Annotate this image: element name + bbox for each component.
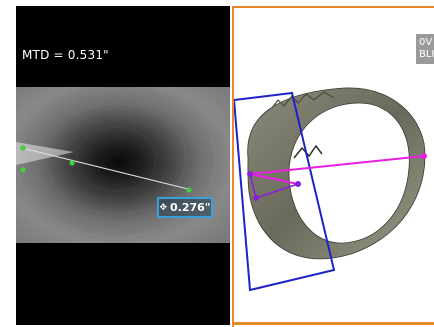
point-cloud-panel[interactable]: 0V BLI — [232, 6, 434, 327]
measurement-result-badge[interactable]: ✥ 0.276" — [157, 197, 213, 218]
pipe-surface — [247, 87, 426, 260]
cursor-dot[interactable] — [186, 187, 192, 193]
depth-point[interactable] — [253, 195, 259, 201]
measurement-value: 0.276" — [170, 201, 211, 214]
panel-border-bottom — [232, 322, 434, 325]
depth-point[interactable] — [295, 181, 301, 187]
view-mode-badge[interactable]: 0V BLI — [416, 34, 434, 64]
view-mode-line1: 0V — [419, 37, 433, 48]
depth-point[interactable] — [247, 171, 253, 177]
view-mode-line2: BLI — [419, 49, 434, 60]
cursor-dot[interactable] — [20, 145, 26, 151]
inspection-view-panel[interactable]: MTD = 0.531" ✥ 0.276" — [16, 6, 230, 325]
cursor-dot[interactable] — [20, 167, 26, 173]
mtd-readout: MTD = 0.531" — [22, 48, 109, 62]
borescope-image[interactable] — [16, 87, 230, 243]
point-cloud-view — [234, 87, 427, 292]
depth-point[interactable] — [421, 153, 427, 159]
cursor-dot[interactable] — [69, 160, 75, 166]
measurement-overlay — [16, 87, 230, 243]
cursor-move-icon: ✥ — [159, 202, 167, 213]
